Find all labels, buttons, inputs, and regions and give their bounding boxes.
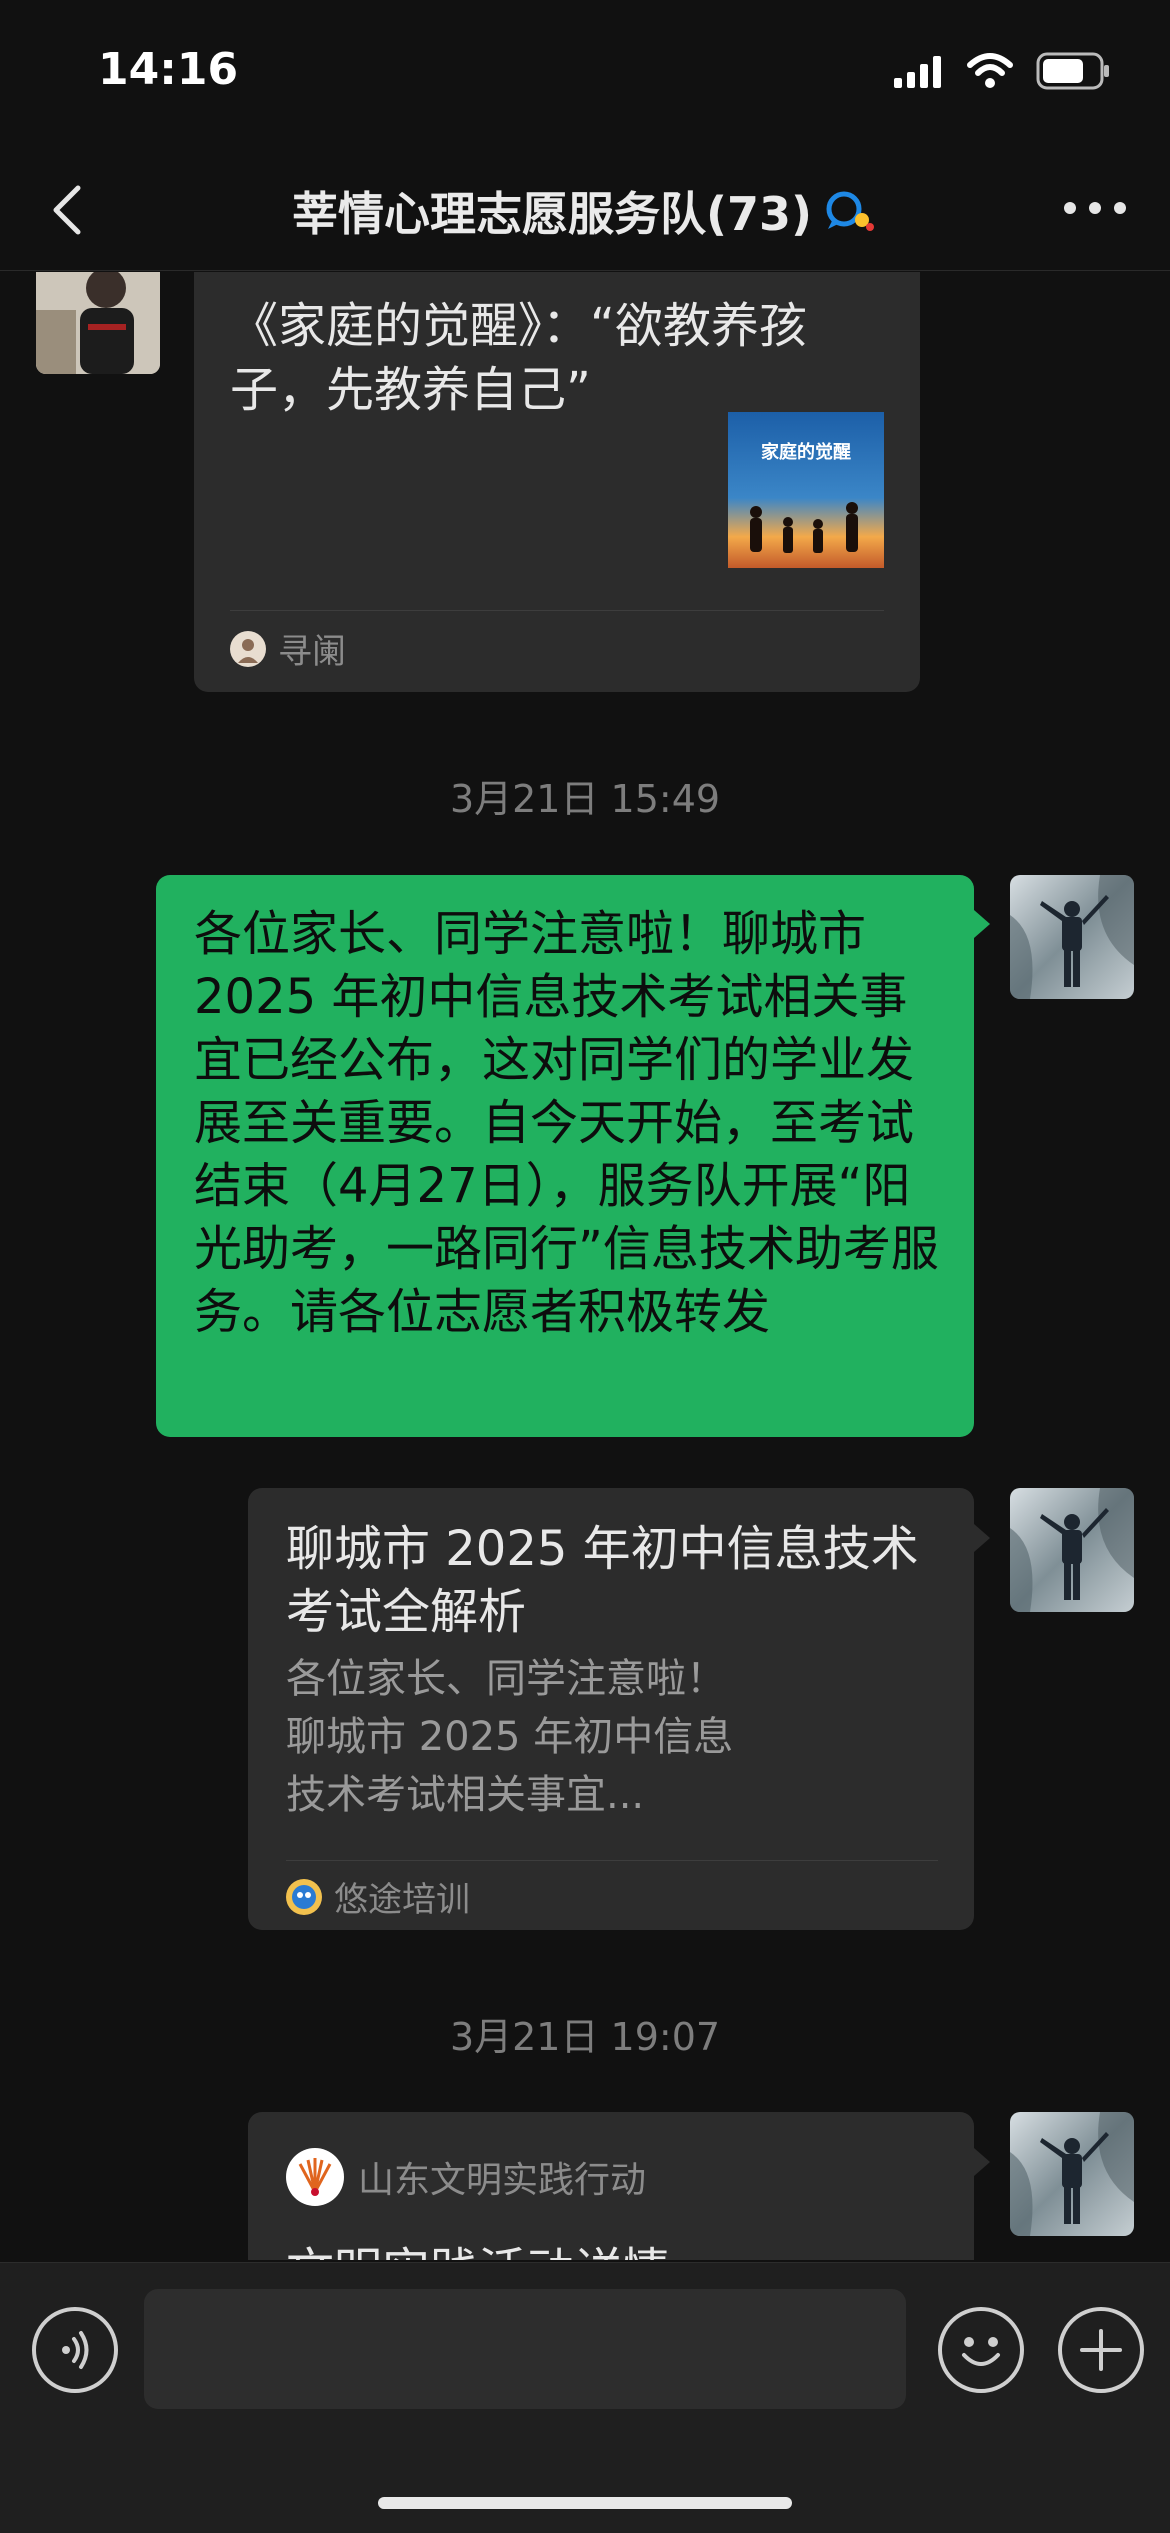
article-source: 寻阑: [230, 624, 346, 673]
signal-icon: [894, 56, 941, 88]
emoji-icon: [962, 2337, 1000, 2366]
plus-button[interactable]: [1058, 2307, 1144, 2393]
article-source-name: 山东文明实践行动: [358, 2160, 647, 2201]
source-avatar-icon: [230, 630, 266, 667]
chat-title-wrap[interactable]: 莘情心理志愿服务队(73): [0, 178, 1170, 244]
input-bar: [0, 2262, 1170, 2533]
article-source: 悠途培训: [286, 1872, 470, 1921]
battery-icon: [1036, 52, 1109, 90]
timestamp-separator: 3月21日 15:49: [449, 777, 721, 821]
article-title: 《家庭的觉醒》：“欲教养孩子，先教养自己”: [230, 298, 807, 418]
card-divider: [286, 1860, 938, 1861]
status-time: 14:16: [98, 44, 239, 95]
timestamp-separator: 3月21日 19:07: [449, 2015, 721, 2059]
article-source-name: 寻阑: [278, 632, 346, 672]
sender-avatar[interactable]: [36, 272, 160, 374]
my-avatar[interactable]: [1010, 1488, 1134, 1612]
article-thumbnail: 家庭的觉醒: [728, 412, 884, 568]
source-logo-icon: [286, 1878, 322, 1915]
home-indicator[interactable]: [378, 2497, 792, 2509]
my-avatar[interactable]: [1010, 2112, 1134, 2236]
source-logo-icon: [286, 2148, 344, 2206]
bubble-tail: [974, 910, 990, 938]
article-card-1[interactable]: 《家庭的觉醒》：“欲教养孩子，先教养自己” 家庭的觉醒 寻阑: [194, 272, 920, 692]
voice-button[interactable]: [32, 2307, 118, 2393]
article-card-2[interactable]: 聊城市 2025 年初中信息技术考试全解析 各位家长、同学注意啦！聊城市 202…: [248, 1488, 974, 1930]
chat-area[interactable]: 《家庭的觉醒》：“欲教养孩子，先教养自己” 家庭的觉醒 寻阑 3月21日 15:…: [0, 272, 1170, 2260]
text-message-bubble[interactable]: 各位家长、同学注意啦！聊城市 2025 年初中信息技术考试相关事宜已经公布，这对…: [156, 875, 974, 1437]
chat-title: 莘情心理志愿服务队(73): [291, 187, 813, 241]
message-text: 各位家长、同学注意啦！聊城市 2025 年初中信息技术考试相关事宜已经公布，这对…: [194, 906, 939, 1340]
emoji-button[interactable]: [938, 2307, 1024, 2393]
wifi-icon: [967, 53, 1013, 88]
chat-header: 莘情心理志愿服务队(73): [0, 150, 1170, 271]
article-title: 文明实践活动详情: [286, 2240, 936, 2260]
more-icon: [1064, 202, 1126, 214]
status-bar: 14:16: [0, 0, 1170, 150]
more-button[interactable]: [1060, 188, 1130, 228]
bubble-tail: [974, 2148, 990, 2176]
bubble-tail: [974, 1524, 990, 1552]
article-source: 山东文明实践行动: [286, 2148, 646, 2206]
my-avatar[interactable]: [1010, 875, 1134, 999]
article-source-name: 悠途培训: [334, 1880, 470, 1920]
status-icons: [894, 52, 1110, 90]
plus-icon: [1080, 2329, 1122, 2371]
article-description: 各位家长、同学注意啦！聊城市 2025 年初中信息技术考试相关事宜...: [286, 1656, 734, 1818]
article-thumbnail-title: 家庭的觉醒: [761, 442, 851, 463]
group-chat-icon: [826, 191, 875, 231]
article-card-3[interactable]: 山东文明实践行动 文明实践活动详情: [248, 2112, 974, 2260]
voice-icon: [62, 2331, 89, 2369]
card-divider: [230, 610, 884, 611]
article-title: 聊城市 2025 年初中信息技术考试全解析: [286, 1521, 919, 1640]
message-input[interactable]: [144, 2289, 906, 2409]
